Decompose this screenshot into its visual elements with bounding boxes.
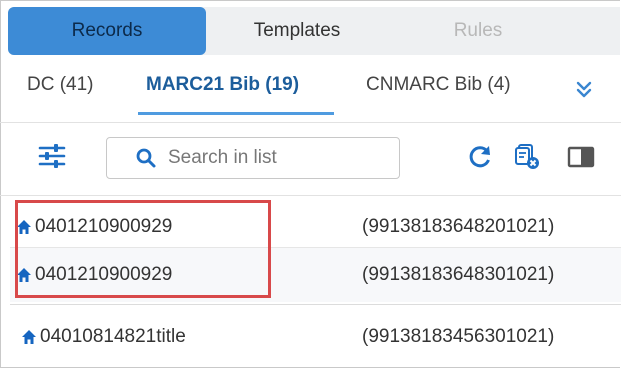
search-box[interactable] — [106, 137, 400, 179]
filter-icon[interactable] — [38, 144, 66, 168]
record-id: (99138183456301021) — [362, 326, 555, 347]
home-icon — [22, 330, 36, 344]
record-id: (99138183648301021) — [362, 264, 555, 285]
search-icon — [136, 148, 156, 168]
search-input[interactable] — [166, 146, 390, 170]
tab-rules[interactable]: Rules — [388, 7, 568, 55]
subtab-dc[interactable]: DC (41) — [27, 74, 94, 106]
list-toolbar — [0, 123, 621, 196]
record-title: 0401210900929 — [35, 216, 173, 237]
tab-records[interactable]: Records — [8, 7, 206, 55]
subtab-marc21-bib[interactable]: MARC21 Bib (19) — [146, 74, 299, 106]
tab-templates[interactable]: Templates — [206, 7, 388, 55]
list-item[interactable]: 0401210900929 (99138183648201021) — [10, 200, 621, 254]
active-subtab-indicator — [138, 112, 334, 115]
home-icon — [17, 268, 31, 282]
refresh-icon[interactable] — [466, 143, 494, 171]
record-title: 0401210900929 — [35, 264, 173, 285]
subtab-cnmarc-bib[interactable]: CNMARC Bib (4) — [366, 74, 511, 106]
home-icon — [17, 220, 31, 234]
top-tab-bar: Records Templates Rules — [8, 7, 620, 55]
panel-toggle-icon[interactable] — [567, 143, 595, 171]
record-title: 04010814821title — [40, 326, 186, 347]
chevron-double-down-icon[interactable] — [573, 78, 595, 102]
clear-selection-icon[interactable] — [513, 143, 541, 171]
list-item[interactable]: 0401210900929 (99138183648301021) — [10, 247, 621, 302]
list-item[interactable]: 04010814821title (99138183456301021) — [10, 304, 621, 369]
record-type-tabs: DC (41) MARC21 Bib (19) CNMARC Bib (4) — [0, 60, 621, 123]
record-id: (99138183648201021) — [362, 216, 555, 237]
